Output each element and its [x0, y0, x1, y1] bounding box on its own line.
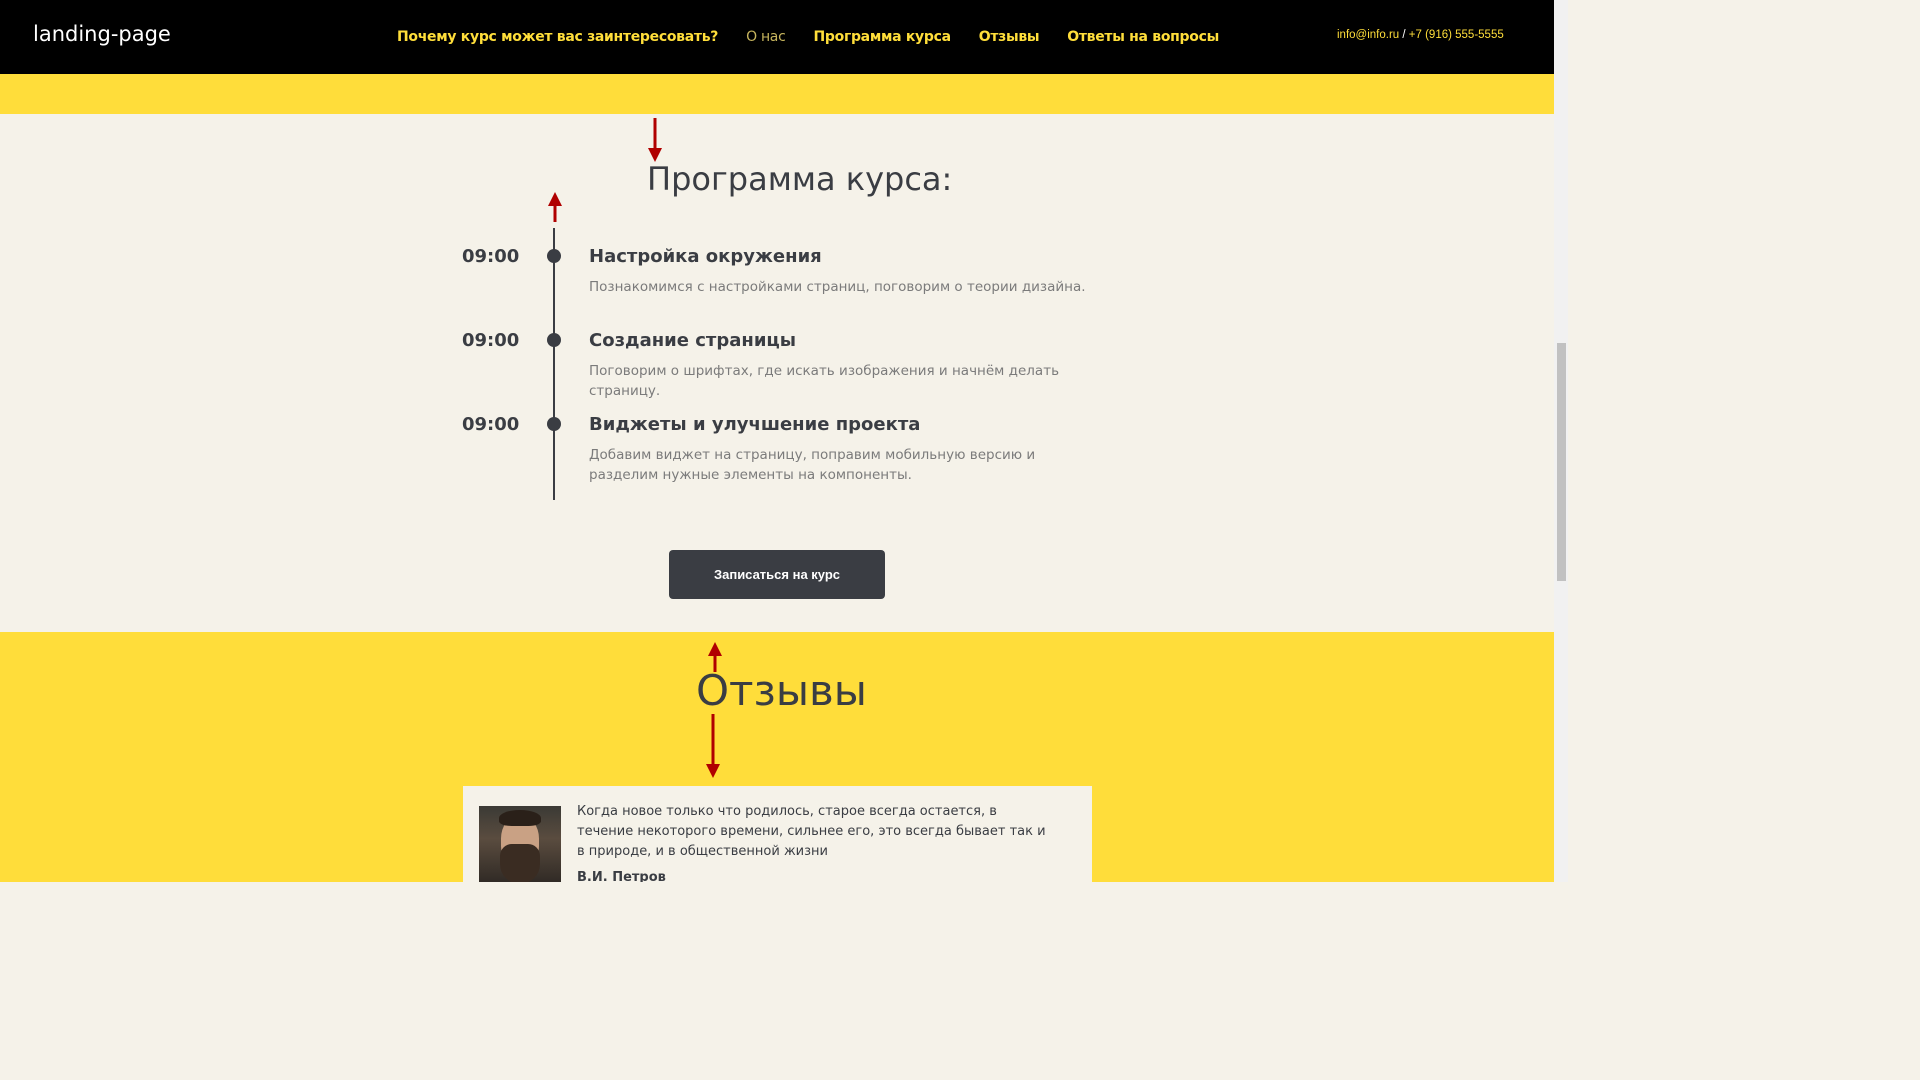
contact-separator: /	[1402, 29, 1406, 41]
scrollbar[interactable]	[1554, 0, 1568, 882]
nav-link-reviews[interactable]: Отзывы	[979, 29, 1040, 45]
avatar-beard	[500, 844, 540, 882]
item-time: 09:00	[462, 330, 520, 351]
scrollbar-thumb[interactable]	[1557, 343, 1566, 581]
review-card: Когда новое только что родилось, старое …	[463, 786, 1092, 882]
main-nav: Почему курс может вас заинтересовать? О …	[397, 29, 1219, 45]
timeline-dot	[547, 333, 561, 347]
arrow-up-icon	[548, 192, 562, 222]
yellow-band	[0, 74, 1554, 114]
signup-button[interactable]: Записаться на курс	[669, 550, 885, 599]
item-time: 09:00	[462, 414, 520, 435]
reviews-title: Отзывы	[696, 666, 867, 715]
phone-link[interactable]: +7 (916) 555-5555	[1409, 29, 1504, 41]
item-title: Создание страницы	[589, 330, 797, 351]
avatar-hair	[499, 810, 541, 826]
nav-link-faq[interactable]: Ответы на вопросы	[1067, 29, 1219, 45]
arrow-down-icon	[706, 714, 720, 778]
item-description: Познакомимся с настройками страниц, пого…	[589, 279, 1086, 295]
review-author: В.И. Петров	[577, 870, 666, 882]
nav-link-why[interactable]: Почему курс может вас заинтересовать?	[397, 29, 718, 45]
nav-link-about[interactable]: О нас	[746, 29, 786, 45]
timeline-line	[553, 228, 555, 500]
item-time: 09:00	[462, 246, 520, 267]
email-link[interactable]: info@info.ru	[1337, 29, 1399, 41]
program-title: Программа курса:	[647, 160, 953, 198]
avatar	[479, 806, 561, 882]
timeline-dot	[547, 417, 561, 431]
item-description: Поговорим о шрифтах, где искать изображе…	[589, 363, 1060, 399]
item-title: Настройка окружения	[589, 246, 822, 267]
item-title: Виджеты и улучшение проекта	[589, 414, 921, 435]
header-contacts: info@info.ru / +7 (916) 555-5555	[1337, 29, 1504, 41]
review-text: Когда новое только что родилось, старое …	[577, 804, 1046, 859]
arrow-down-icon	[648, 118, 662, 162]
nav-link-program[interactable]: Программа курса	[813, 29, 951, 45]
logo[interactable]: landing-page	[33, 22, 171, 46]
timeline-dot	[547, 249, 561, 263]
site-header: landing-page Почему курс может вас заинт…	[0, 0, 1554, 74]
item-description: Добавим виджет на страницу, поправим моб…	[589, 447, 1036, 483]
